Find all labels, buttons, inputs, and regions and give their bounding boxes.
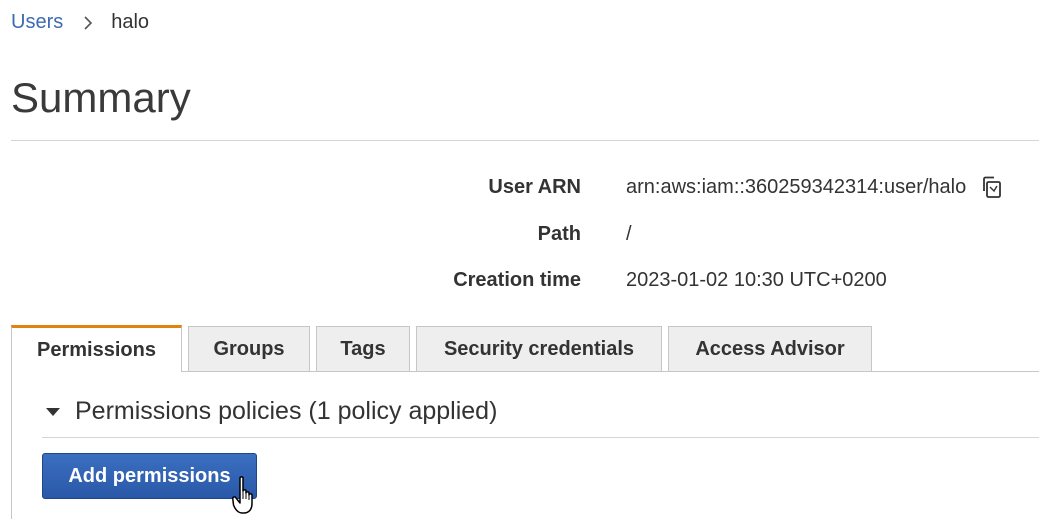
copy-icon[interactable] [980,175,1004,199]
tabs-divider [182,371,1039,372]
breadcrumb-link-users[interactable]: Users [11,11,63,34]
path-label: Path [537,222,581,245]
path-value: / [626,222,632,245]
tab-security-credentials[interactable]: Security credentials [416,326,662,372]
user-arn-value-wrap: arn:aws:iam::360259342314:user/halo [626,175,1004,199]
tab-access-advisor[interactable]: Access Advisor [668,326,872,372]
summary-row-creation-time: Creation time 2023-01-02 10:30 UTC+0200 [0,266,1039,294]
breadcrumb-current: halo [111,11,150,33]
tab-tags[interactable]: Tags [316,326,410,372]
breadcrumb: Users halo [11,11,149,34]
permissions-policies-title: Permissions policies (1 policy applied) [75,397,498,425]
user-arn-value: arn:aws:iam::360259342314:user/halo [626,175,967,198]
section-divider [42,437,1039,438]
user-arn-label: User ARN [488,175,581,198]
chevron-right-icon [83,15,93,31]
creation-time-value: 2023-01-02 10:30 UTC+0200 [626,268,887,291]
title-divider [11,140,1039,141]
add-permissions-button[interactable]: Add permissions [42,453,257,499]
permissions-policies-toggle[interactable]: Permissions policies (1 policy applied) [45,397,497,426]
page-title: Summary [11,74,191,121]
creation-time-label: Creation time [453,268,581,291]
tab-permissions[interactable]: Permissions [11,325,182,372]
caret-down-icon [45,407,61,417]
summary-row-path: Path / [0,220,1039,248]
tab-bar: Permissions Groups Tags Security credent… [11,325,878,372]
summary-row-user-arn: User ARN arn:aws:iam::360259342314:user/… [0,173,1039,201]
panel-border [11,371,12,519]
tab-groups[interactable]: Groups [188,326,310,372]
